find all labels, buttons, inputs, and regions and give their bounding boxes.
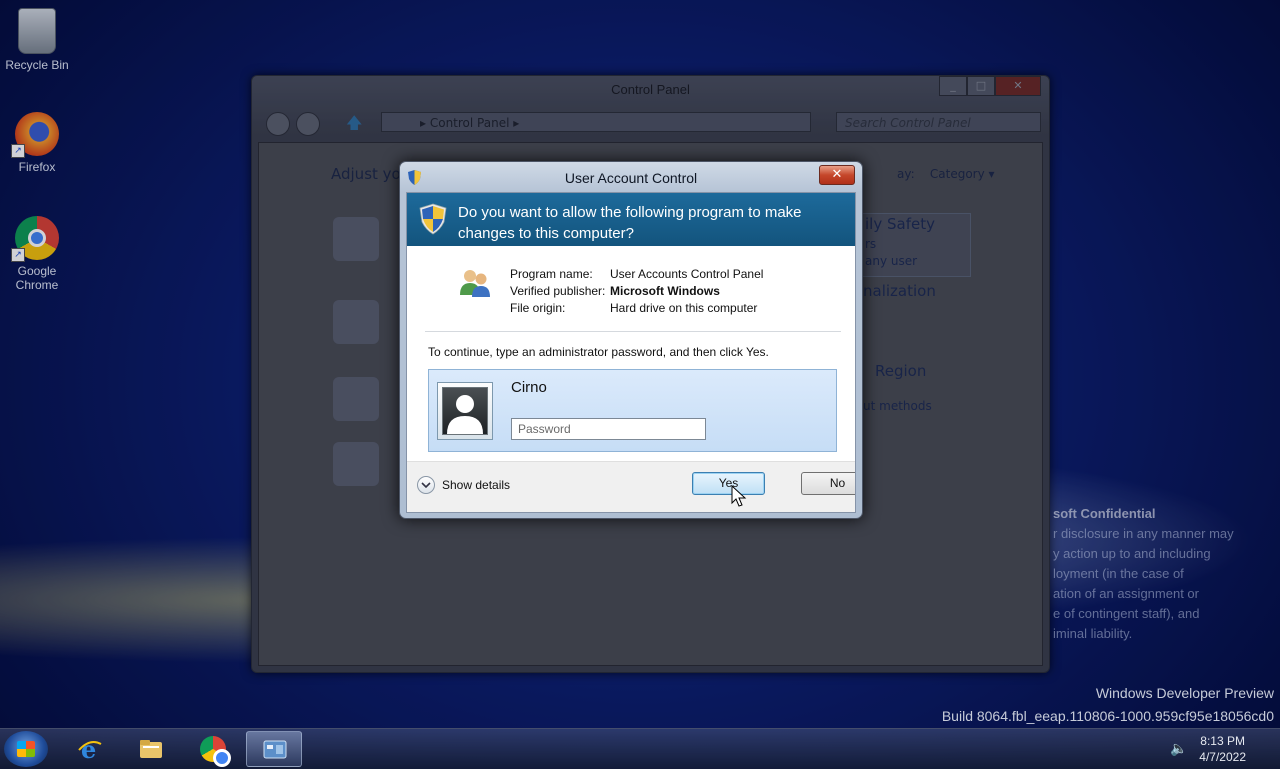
program-details: Program name: User Accounts Control Panel… <box>510 267 764 315</box>
svg-text:e: e <box>81 736 96 762</box>
volume-icon[interactable]: 🔈 <box>1170 741 1187 757</box>
avatar <box>437 382 493 440</box>
mouse-cursor-icon <box>731 485 747 507</box>
build-watermark-line1: Windows Developer Preview <box>1095 685 1274 701</box>
confidential-notice: soft Confidential r disclosure in any ma… <box>1053 506 1234 641</box>
uac-titlebar: User Account Control ✕ <box>400 162 862 192</box>
credential-tile[interactable]: Cirno <box>428 369 837 452</box>
chevron-down-icon[interactable] <box>417 476 435 494</box>
uac-footer: Show details Yes No <box>407 461 855 512</box>
divider <box>425 331 841 332</box>
taskbar-chrome[interactable] <box>185 731 241 767</box>
file-origin: Hard drive on this computer <box>610 301 758 315</box>
user-accounts-icon <box>460 270 490 297</box>
taskbar-control-panel[interactable] <box>246 731 302 767</box>
show-details-link[interactable]: Show details <box>442 478 510 492</box>
user-silhouette-icon <box>442 387 488 435</box>
date: 4/7/2022 <box>1199 750 1246 764</box>
uac-banner: Do you want to allow the following progr… <box>407 193 855 246</box>
password-field[interactable] <box>511 418 706 440</box>
program-name: User Accounts Control Panel <box>610 267 764 281</box>
start-button[interactable] <box>4 731 48 767</box>
taskbar-explorer[interactable] <box>123 731 179 767</box>
uac-content: Do you want to allow the following progr… <box>406 192 856 513</box>
publisher: Microsoft Windows <box>610 284 720 298</box>
folder-icon <box>140 740 162 758</box>
taskbar: e 🔈 8:13 PM 4/7/2022 <box>0 728 1280 769</box>
instruction-text: To continue, type an administrator passw… <box>428 345 769 359</box>
user-name: Cirno <box>511 379 547 396</box>
build-watermark-line2: Build 8064.fbl_eeap.110806-1000.959cf95e… <box>941 708 1274 724</box>
uac-question: Do you want to allow the following progr… <box>458 204 802 242</box>
uac-dialog: User Account Control ✕ Do you want to al… <box>399 161 863 519</box>
taskbar-ie[interactable]: e <box>62 731 118 767</box>
clock[interactable]: 8:13 PM 4/7/2022 <box>1199 733 1246 765</box>
close-button[interactable]: ✕ <box>819 165 855 185</box>
uac-title: User Account Control <box>564 170 698 186</box>
control-panel-icon <box>263 740 287 759</box>
uac-shield-icon <box>419 203 447 235</box>
yes-button[interactable]: Yes <box>692 472 765 495</box>
internet-explorer-icon: e <box>78 736 102 762</box>
time: 8:13 PM <box>1200 734 1245 748</box>
no-button[interactable]: No <box>801 472 855 495</box>
chrome-icon <box>200 736 231 767</box>
